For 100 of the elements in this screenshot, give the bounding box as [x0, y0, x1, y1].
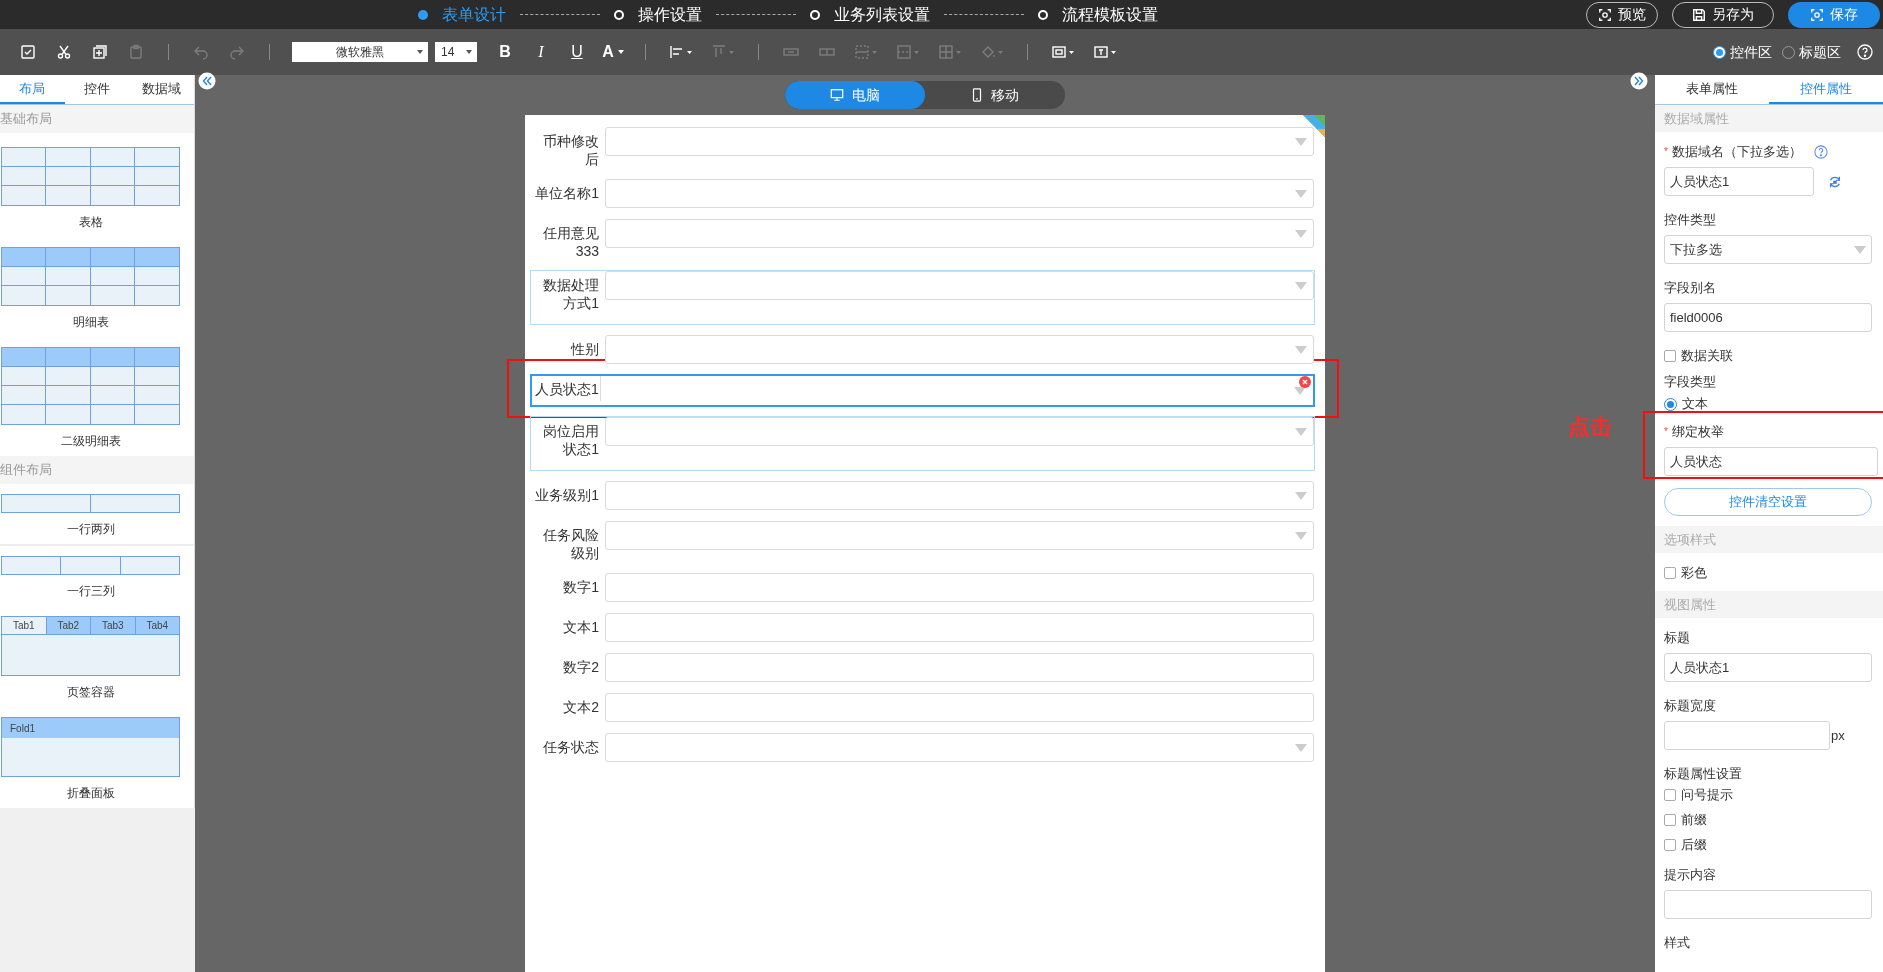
field-label: 人员状态1: [532, 376, 601, 401]
field-label: 数字1: [562, 578, 600, 596]
tab-container-preview[interactable]: Tab1 Tab2 Tab3 Tab4: [1, 616, 180, 676]
layout-label: 折叠面板: [65, 786, 116, 800]
font-size-select[interactable]: 14: [435, 42, 477, 62]
check-square-icon: [20, 44, 36, 60]
input-field[interactable]: 人员状态1: [1664, 167, 1814, 196]
panel-tab[interactable]: 表单属性: [1655, 75, 1769, 104]
table-preview[interactable]: [1, 147, 180, 206]
checkbox-option[interactable]: 问号提示: [1664, 783, 1874, 807]
select-field[interactable]: [605, 481, 1314, 510]
device-tab[interactable]: 移动: [925, 81, 1065, 109]
scissors-icon: [56, 44, 72, 60]
property-label: 标题属性设置: [1664, 766, 1742, 781]
property-label: 字段别名: [1664, 280, 1716, 296]
caret-icon: [1295, 230, 1307, 238]
checkbox-option[interactable]: 彩色: [1664, 561, 1874, 585]
bold-button[interactable]: B: [487, 40, 523, 64]
required-mark: *: [1664, 145, 1668, 159]
annotation-note: 点击: [1568, 413, 1612, 441]
field-label: 数字2: [562, 658, 600, 676]
section-header: 组件布局: [0, 456, 194, 484]
undo-icon: [193, 44, 209, 60]
step-tab[interactable]: 业务列表设置: [834, 4, 930, 25]
caret-icon: [1295, 744, 1307, 752]
field-label: 文本2: [562, 698, 600, 716]
columns-preview[interactable]: [1, 556, 180, 575]
panel-tab[interactable]: 控件: [64, 75, 130, 104]
step-tab[interactable]: 表单设计: [442, 4, 506, 25]
input-field[interactable]: 人员状态: [1664, 447, 1878, 476]
eye-frame-icon: [1810, 7, 1824, 22]
table-preview[interactable]: [1, 247, 180, 306]
select-field[interactable]: [605, 335, 1314, 364]
clipboard-icon: [128, 44, 144, 60]
input-field[interactable]: [605, 573, 1314, 602]
field-label: 性别: [569, 340, 600, 358]
panel-tab[interactable]: 数据域: [129, 75, 194, 104]
refresh-icon[interactable]: [1828, 174, 1842, 189]
step-tab[interactable]: 流程模板设置: [1062, 4, 1158, 25]
step-tab[interactable]: 操作设置: [638, 4, 702, 25]
floppy-icon: [1692, 7, 1706, 22]
caret-icon: [417, 50, 423, 54]
input-field[interactable]: [605, 693, 1314, 722]
select-field[interactable]: [605, 417, 1314, 446]
toolbar-separator: [1027, 44, 1028, 60]
caret-icon: [1294, 387, 1306, 395]
table-preview[interactable]: [1, 347, 180, 425]
remove-icon[interactable]: [1299, 376, 1311, 388]
field-label: 币种修改后: [542, 132, 600, 168]
save-button[interactable]: 保存: [1788, 1, 1880, 28]
caret-icon: [466, 50, 472, 54]
required-mark: *: [1664, 425, 1668, 439]
select-field[interactable]: [605, 521, 1314, 550]
checkbox-option[interactable]: 数据关联: [1664, 344, 1874, 368]
color-button[interactable]: A: [595, 40, 631, 64]
form-row-frame[interactable]: 数据处理方式1: [530, 270, 1315, 325]
font-select[interactable]: 微软雅黑: [292, 42, 428, 62]
area-radio[interactable]: 标题区: [1782, 41, 1841, 63]
input-field[interactable]: 人员状态1: [1664, 653, 1872, 682]
input-field[interactable]: [605, 613, 1314, 642]
section-header: 选项样式: [1655, 526, 1883, 553]
property-label: 控件类型: [1664, 212, 1716, 228]
columns-preview[interactable]: [1, 494, 180, 513]
italic-button[interactable]: I: [523, 40, 559, 64]
select-field[interactable]: [605, 127, 1314, 156]
device-tab[interactable]: 电脑: [785, 81, 925, 109]
frame-icon: [1051, 44, 1075, 60]
field-label: 数据处理方式1: [542, 276, 600, 312]
property-label: 提示内容: [1664, 867, 1716, 883]
align-left-icon: [669, 44, 693, 60]
property-label: 标题宽度: [1664, 698, 1716, 714]
preview-tab: Tab2: [46, 617, 91, 634]
input-field[interactable]: field0006: [1664, 303, 1872, 332]
select-field[interactable]: [605, 179, 1314, 208]
property-label: 样式: [1664, 935, 1690, 951]
collapse-right-icon[interactable]: [1630, 72, 1648, 90]
checkbox-option[interactable]: 后缀: [1664, 833, 1874, 857]
checkbox-option[interactable]: 前缀: [1664, 808, 1874, 832]
grid-icon: [938, 44, 962, 60]
select-field[interactable]: [605, 219, 1314, 248]
input-field[interactable]: [605, 653, 1314, 682]
underline-button[interactable]: U: [559, 40, 595, 64]
input-field[interactable]: [1664, 721, 1830, 750]
caret-icon: [1295, 428, 1307, 436]
layout-label: 页签容器: [65, 685, 116, 699]
layout-label: 二级明细表: [59, 434, 122, 448]
input-field[interactable]: [1664, 890, 1872, 919]
radio-option[interactable]: 文本: [1664, 392, 1874, 416]
area-radio[interactable]: 控件区: [1713, 41, 1772, 63]
paint-bucket-icon: [980, 44, 1004, 60]
selected-form-row[interactable]: 人员状态1: [530, 374, 1315, 407]
select-field[interactable]: 下拉多选: [1664, 235, 1872, 264]
collapse-left-icon[interactable]: [198, 72, 216, 90]
select-field[interactable]: [605, 271, 1314, 300]
fold-panel-preview[interactable]: Fold1: [1, 717, 180, 777]
layout-label: 明细表: [71, 315, 110, 329]
field-label: 文本1: [562, 618, 600, 636]
field-label: 任务状态: [542, 738, 600, 756]
select-field[interactable]: [605, 733, 1314, 762]
form-row-frame[interactable]: 岗位启用状态1: [530, 416, 1315, 471]
